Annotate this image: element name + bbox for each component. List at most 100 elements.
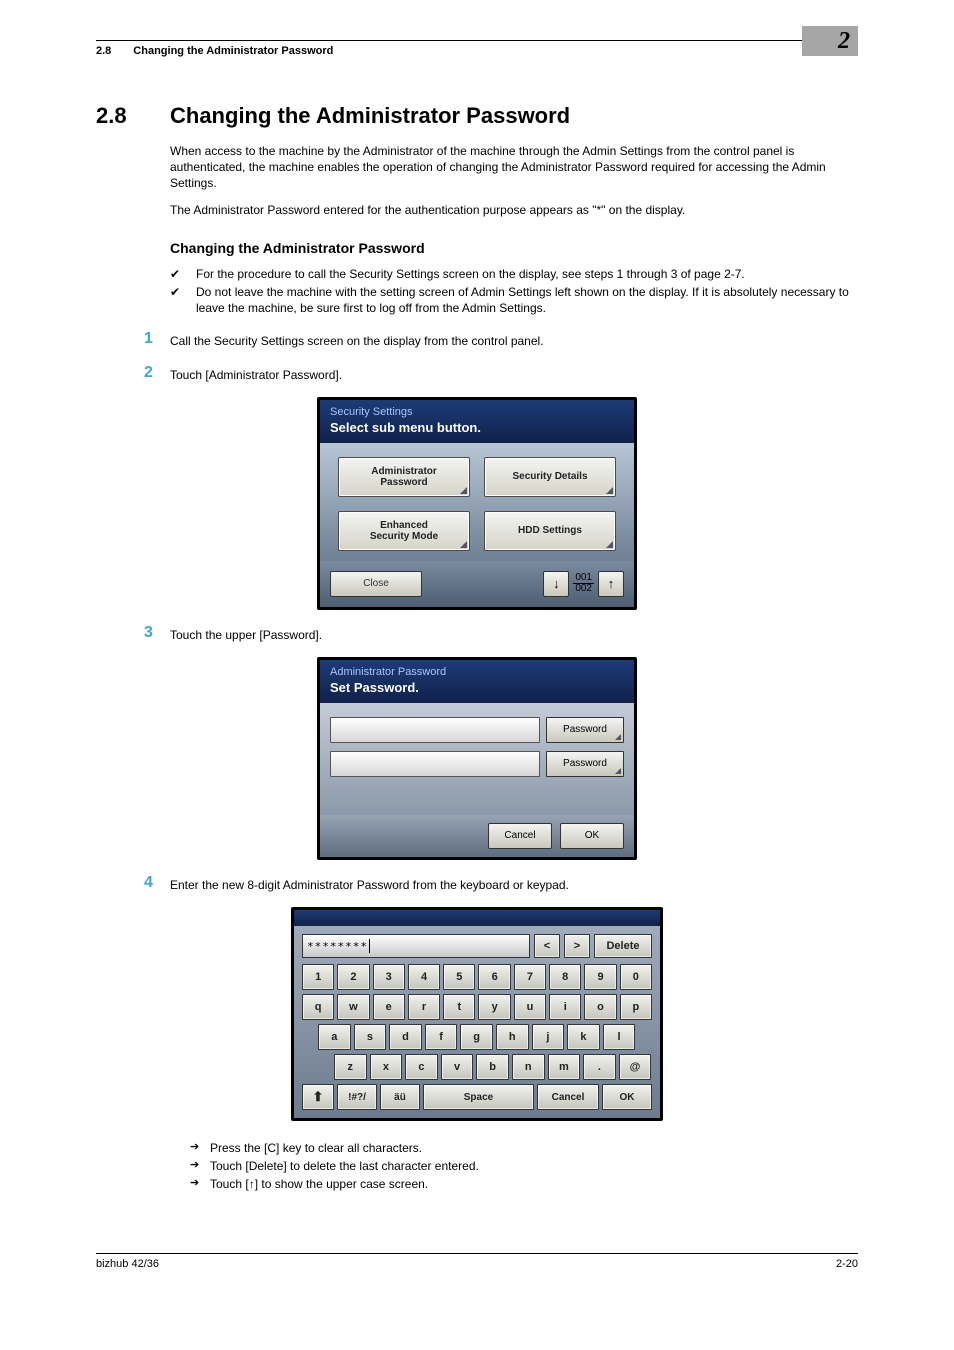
cursor-left-button[interactable]: <	[534, 934, 560, 958]
symbols-button[interactable]: !#?/	[337, 1084, 377, 1110]
delete-button[interactable]: Delete	[594, 934, 652, 958]
key-m[interactable]: m	[548, 1054, 581, 1080]
key-6[interactable]: 6	[478, 964, 510, 990]
key-a[interactable]: a	[318, 1024, 351, 1050]
ok-button[interactable]: OK	[560, 823, 624, 849]
key-u[interactable]: u	[514, 994, 546, 1020]
button-label: HDD Settings	[518, 525, 582, 536]
key-g[interactable]: g	[460, 1024, 493, 1050]
key-s[interactable]: s	[354, 1024, 387, 1050]
key-o[interactable]: o	[584, 994, 616, 1020]
submenu-corner-icon	[460, 487, 467, 494]
key-q[interactable]: q	[302, 994, 334, 1020]
prereq-item: Do not leave the machine with the settin…	[170, 284, 858, 316]
header-section-title: Changing the Administrator Password	[133, 45, 858, 57]
key-t[interactable]: t	[443, 994, 475, 1020]
step-number: 3	[144, 624, 170, 643]
key-x[interactable]: x	[370, 1054, 403, 1080]
cancel-button[interactable]: Cancel	[537, 1084, 599, 1110]
chapter-number-badge: 2	[802, 26, 858, 56]
key-w[interactable]: w	[337, 994, 369, 1020]
key-@[interactable]: @	[619, 1054, 652, 1080]
key-z[interactable]: z	[334, 1054, 367, 1080]
key-4[interactable]: 4	[408, 964, 440, 990]
tip-item: Touch [Delete] to delete the last charac…	[170, 1157, 858, 1175]
page-heading: 2.8 Changing the Administrator Password	[96, 103, 858, 129]
submenu-corner-icon	[460, 541, 467, 548]
footer-page: 2-20	[836, 1258, 858, 1270]
panel-subtitle: Select sub menu button.	[330, 420, 624, 435]
admin-password-panel: Administrator Password Set Password. Pas…	[317, 657, 637, 860]
accent-button[interactable]: äü	[380, 1084, 420, 1110]
administrator-password-button[interactable]: Administrator Password	[338, 457, 470, 497]
cursor-right-button[interactable]: >	[564, 934, 590, 958]
shift-up-icon: ⬆	[313, 1089, 324, 1105]
security-details-button[interactable]: Security Details	[484, 457, 616, 497]
space-button[interactable]: Space	[423, 1084, 534, 1110]
header-section-number: 2.8	[96, 45, 111, 57]
key-1[interactable]: 1	[302, 964, 334, 990]
password-button-upper[interactable]: Password	[546, 717, 624, 743]
subheading: Changing the Administrator Password	[170, 240, 858, 256]
button-label: Enhanced	[380, 520, 428, 531]
step-text: Call the Security Settings screen on the…	[170, 330, 858, 349]
heading-text: Changing the Administrator Password	[170, 103, 570, 129]
ok-button[interactable]: OK	[602, 1084, 652, 1110]
key-p[interactable]: p	[620, 994, 652, 1020]
submenu-corner-icon	[615, 734, 621, 740]
key-n[interactable]: n	[512, 1054, 545, 1080]
submenu-corner-icon	[606, 487, 613, 494]
submenu-corner-icon	[606, 541, 613, 548]
key-j[interactable]: j	[532, 1024, 565, 1050]
shift-button[interactable]: ⬆	[302, 1084, 334, 1110]
key-k[interactable]: k	[567, 1024, 600, 1050]
tip-item: Press the [C] key to clear all character…	[170, 1139, 858, 1157]
key-f[interactable]: f	[425, 1024, 458, 1050]
page-indicator: 001 002	[573, 573, 594, 594]
password-button-lower[interactable]: Password	[546, 751, 624, 777]
button-label: Security Details	[512, 471, 587, 482]
key-e[interactable]: e	[373, 994, 405, 1020]
hdd-settings-button[interactable]: HDD Settings	[484, 511, 616, 551]
panel-title: Security Settings	[330, 406, 624, 418]
key-3[interactable]: 3	[373, 964, 405, 990]
key-y[interactable]: y	[478, 994, 510, 1020]
page-up-button[interactable]: ↑	[598, 571, 624, 597]
key-l[interactable]: l	[603, 1024, 636, 1050]
step-number: 1	[144, 330, 170, 349]
key-c[interactable]: c	[405, 1054, 438, 1080]
key-0[interactable]: 0	[620, 964, 652, 990]
page-down-button[interactable]: ↓	[543, 571, 569, 597]
keyboard-display: ********	[302, 934, 530, 958]
key-r[interactable]: r	[408, 994, 440, 1020]
key-h[interactable]: h	[496, 1024, 529, 1050]
key-i[interactable]: i	[549, 994, 581, 1020]
key-7[interactable]: 7	[514, 964, 546, 990]
step-number: 4	[144, 874, 170, 893]
step-text: Enter the new 8-digit Administrator Pass…	[170, 874, 858, 893]
password-field-upper	[330, 717, 540, 743]
panel-subtitle: Set Password.	[330, 680, 624, 695]
enhanced-security-mode-button[interactable]: Enhanced Security Mode	[338, 511, 470, 551]
submenu-corner-icon	[615, 768, 621, 774]
intro-paragraph-2: The Administrator Password entered for t…	[170, 202, 858, 218]
step-text: Touch [Administrator Password].	[170, 364, 858, 383]
panel-title: Administrator Password	[330, 666, 624, 678]
key-.[interactable]: .	[583, 1054, 616, 1080]
button-label: Security Mode	[370, 531, 438, 542]
close-button[interactable]: Close	[330, 571, 422, 597]
button-label: Administrator	[371, 466, 437, 477]
password-field-lower	[330, 751, 540, 777]
key-8[interactable]: 8	[549, 964, 581, 990]
key-d[interactable]: d	[389, 1024, 422, 1050]
key-b[interactable]: b	[476, 1054, 509, 1080]
footer-model: bizhub 42/36	[96, 1258, 159, 1270]
key-5[interactable]: 5	[443, 964, 475, 990]
key-v[interactable]: v	[441, 1054, 474, 1080]
onscreen-keyboard: ******** < > Delete 1234567890 qwertyuio…	[291, 907, 663, 1121]
security-settings-panel: Security Settings Select sub menu button…	[317, 397, 637, 610]
key-9[interactable]: 9	[584, 964, 616, 990]
step-text: Touch the upper [Password].	[170, 624, 858, 643]
key-2[interactable]: 2	[337, 964, 369, 990]
cancel-button[interactable]: Cancel	[488, 823, 552, 849]
